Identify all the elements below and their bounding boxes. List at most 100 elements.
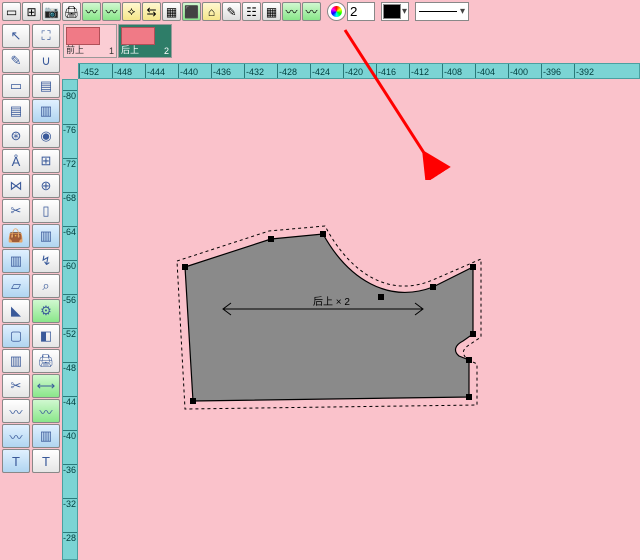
ruler-tick: -40 — [63, 430, 77, 441]
notch-icon[interactable]: ◣ — [2, 299, 30, 323]
disc-icon[interactable]: ◉ — [32, 124, 60, 148]
size-icon[interactable]: ▥ — [2, 349, 30, 373]
camera-icon[interactable]: 📷 — [42, 2, 61, 21]
node-handle[interactable] — [470, 264, 476, 270]
left-toolbar-col2: ⛶∪▤▥◉⊞⊕▯▥↯⌕⚙◧🖨⟷〰▥T — [32, 24, 60, 473]
node-handle[interactable] — [466, 394, 472, 400]
seam2-icon[interactable]: 〰 — [2, 424, 30, 448]
grid-icon[interactable]: ▦ — [162, 2, 181, 21]
cup-icon[interactable]: ∪ — [32, 49, 60, 73]
home-icon[interactable]: ⌂ — [202, 2, 221, 21]
curve2-icon[interactable]: 〰 — [102, 2, 121, 21]
number-input[interactable] — [347, 2, 375, 21]
seam1-icon[interactable]: 〰 — [2, 399, 30, 423]
ruler-tick: -76 — [63, 124, 77, 135]
tape-icon[interactable]: ⌕ — [32, 274, 60, 298]
cut-line-path[interactable] — [185, 234, 473, 401]
node-handle[interactable] — [378, 294, 384, 300]
ruler-tick: -424 — [310, 64, 330, 78]
fold-icon[interactable]: ▱ — [2, 274, 30, 298]
ruler-tick: -68 — [63, 192, 77, 203]
node-handle[interactable] — [320, 231, 326, 237]
ruler-tick: -408 — [442, 64, 462, 78]
ruler-vertical[interactable]: -80-76-72-68-64-60-56-52-48-44-40-36-32-… — [62, 79, 78, 560]
node-handle[interactable] — [182, 264, 188, 270]
node-handle[interactable] — [430, 284, 436, 290]
text2-icon[interactable]: T — [32, 449, 60, 473]
ruler-tick: -52 — [63, 328, 77, 339]
piece-tab-label: 后上 — [121, 43, 139, 56]
join-icon[interactable]: ⋈ — [2, 174, 30, 198]
pattern-piece[interactable]: 后上 × 2 — [173, 219, 493, 419]
ruler-tick: -396 — [541, 64, 561, 78]
canvas[interactable]: 后上 × 2 — [78, 79, 640, 560]
ruler-tick: -404 — [475, 64, 495, 78]
ruler-tick: -428 — [277, 64, 297, 78]
scissors-icon[interactable]: ✂ — [2, 199, 30, 223]
piece-tabs: 前上1 后上 2 — [63, 24, 172, 58]
sheet-icon[interactable]: ▯ — [32, 199, 60, 223]
color-picker-icon[interactable] — [327, 2, 346, 21]
insert-icon[interactable]: ⊕ — [32, 174, 60, 198]
gear-icon[interactable]: ⚙ — [32, 299, 60, 323]
panel-icon[interactable]: ▥ — [32, 424, 60, 448]
fill-color-dropdown[interactable] — [381, 2, 409, 21]
compass-icon[interactable]: Å — [2, 149, 30, 173]
wave1-icon[interactable]: 〰 — [282, 2, 301, 21]
window-icon[interactable]: ⊞ — [22, 2, 41, 21]
piece-tab-num: 1 — [109, 46, 114, 56]
select-rect-icon[interactable]: ▭ — [2, 2, 21, 21]
piece-tab-1[interactable]: 后上 2 — [118, 24, 172, 58]
node-handle[interactable] — [466, 357, 472, 363]
piece-tab-num: 2 — [164, 46, 169, 56]
wheel-icon[interactable]: ⊛ — [2, 124, 30, 148]
node-handle[interactable] — [268, 236, 274, 242]
brush-icon[interactable]: ✎ — [222, 2, 241, 21]
mirror-icon[interactable]: ⟷ — [32, 374, 60, 398]
cut-tool-icon[interactable]: ✂ — [2, 374, 30, 398]
pencil-icon[interactable]: ✎ — [2, 49, 30, 73]
curve-icon[interactable]: 〰 — [82, 2, 101, 21]
ruler-tick: -28 — [63, 532, 77, 543]
seam3-icon[interactable]: 〰 — [32, 399, 60, 423]
ruler-tick: -452 — [79, 64, 99, 78]
layers-icon[interactable]: ▤ — [32, 74, 60, 98]
ruler-tick: -72 — [63, 158, 77, 169]
machine-icon[interactable]: 🖨 — [62, 2, 81, 21]
top-toolbar: ▭⊞📷🖨〰〰⟡⇆▦⬛⌂✎☷▦〰〰 — [2, 2, 638, 22]
line-style-dropdown[interactable] — [415, 2, 469, 21]
ruler-tick: -36 — [63, 464, 77, 475]
pattern-icon[interactable]: ▥ — [2, 249, 30, 273]
arrow-icon[interactable]: ↖ — [2, 24, 30, 48]
ruler-tick: -48 — [63, 362, 77, 373]
sheet2-icon[interactable]: ▥ — [32, 224, 60, 248]
shape-icon[interactable]: ⬛ — [182, 2, 201, 21]
grid2-icon[interactable]: ⊞ — [32, 149, 60, 173]
piece-tab-0[interactable]: 前上1 — [63, 24, 117, 58]
rect-tool-icon[interactable]: ▭ — [2, 74, 30, 98]
ruler-tick: -416 — [376, 64, 396, 78]
bag-icon[interactable]: 👜 — [2, 224, 30, 248]
ruler-tick: -56 — [63, 294, 77, 305]
swap-icon[interactable]: ⇆ — [142, 2, 161, 21]
mark-icon[interactable]: ⟡ — [122, 2, 141, 21]
node-handle[interactable] — [470, 331, 476, 337]
ruler-tick: -64 — [63, 226, 77, 237]
ruler-tick: -32 — [63, 498, 77, 509]
piece-label: 后上 × 2 — [313, 296, 350, 308]
piece2-icon[interactable]: ▥ — [32, 99, 60, 123]
curve3-icon[interactable]: ↯ — [32, 249, 60, 273]
pocket-icon[interactable]: ▢ — [2, 324, 30, 348]
machine2-icon[interactable]: 🖨 — [32, 349, 60, 373]
warp-icon[interactable]: ◧ — [32, 324, 60, 348]
doc-icon[interactable]: ▤ — [2, 99, 30, 123]
palette-icon[interactable]: ▦ — [262, 2, 281, 21]
bounds-icon[interactable]: ⛶ — [32, 24, 60, 48]
wave2-icon[interactable]: 〰 — [302, 2, 321, 21]
ruler-horizontal[interactable]: -452-448-444-440-436-432-428-424-420-416… — [78, 63, 640, 79]
node-handle[interactable] — [190, 398, 196, 404]
ruler-tick: -448 — [112, 64, 132, 78]
text-icon[interactable]: T — [2, 449, 30, 473]
align-icon[interactable]: ☷ — [242, 2, 261, 21]
left-toolbar-col1: ↖✎▭▤⊛Å⋈✂👜▥▱◣▢▥✂〰〰T — [2, 24, 30, 473]
